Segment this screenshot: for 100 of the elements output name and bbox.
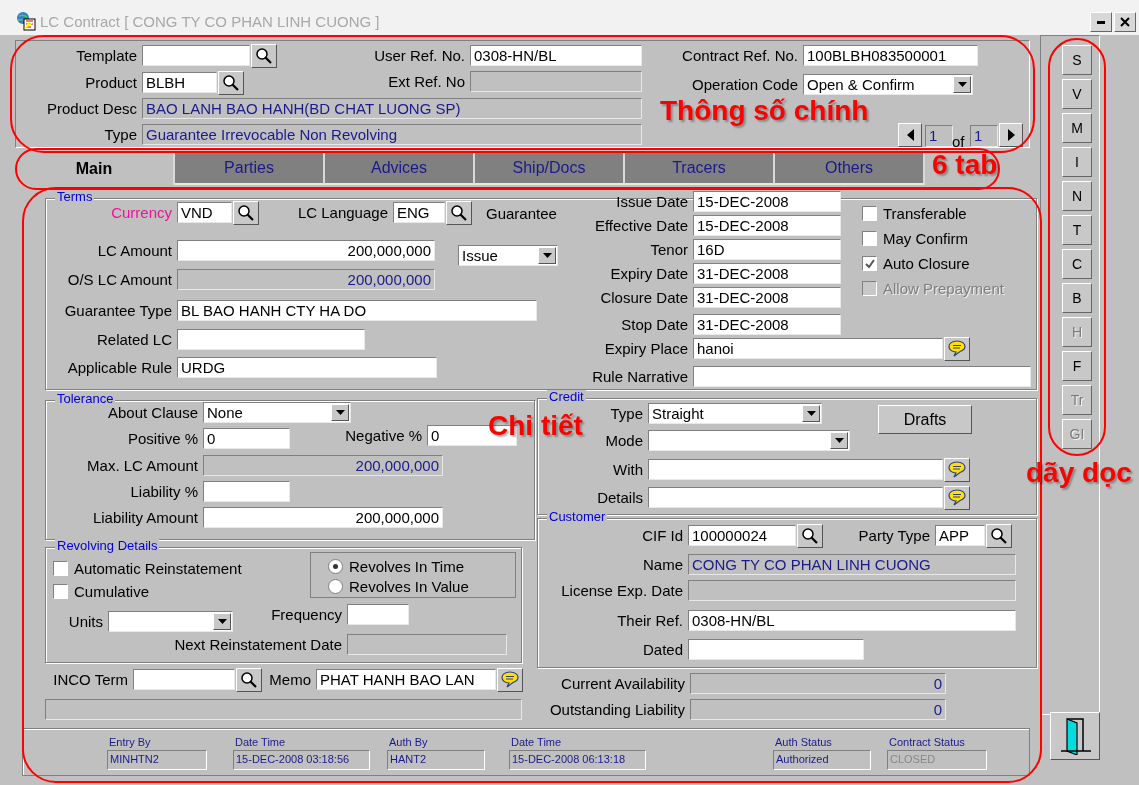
field-label: Liability % xyxy=(130,483,198,500)
text-field[interactable]: 200,000,000 xyxy=(177,240,435,261)
side-button[interactable]: I xyxy=(1062,147,1092,177)
exit-button[interactable] xyxy=(1050,712,1100,760)
side-button[interactable]: F xyxy=(1062,351,1092,381)
text-field[interactable]: 15-DEC-2008 xyxy=(693,215,841,236)
text-field[interactable] xyxy=(347,604,409,625)
caret-icon xyxy=(335,410,345,415)
page-of-label: of xyxy=(952,133,965,150)
readonly-field: 200,000,000 xyxy=(203,455,443,476)
text-field[interactable] xyxy=(693,366,1031,387)
text-field[interactable]: 15-DEC-2008 xyxy=(693,191,841,212)
dropdown-field[interactable] xyxy=(648,430,850,451)
text-field[interactable]: 100BLBH083500001 xyxy=(803,45,978,66)
window-title: LC Contract [ CONG TY CO PHAN LINH CUONG ] xyxy=(40,13,380,30)
search-icon xyxy=(450,203,468,222)
text-field[interactable] xyxy=(133,669,235,690)
side-button[interactable]: S xyxy=(1062,45,1092,75)
radio-button[interactable] xyxy=(328,559,343,574)
dropdown-field[interactable]: Issue xyxy=(458,245,558,266)
search-icon xyxy=(990,526,1008,545)
checkbox[interactable] xyxy=(862,206,877,221)
checkbox[interactable] xyxy=(53,584,68,599)
next-button[interactable] xyxy=(999,123,1023,147)
dropdown-button[interactable] xyxy=(953,76,971,93)
text-field[interactable]: 0308-HN/BL xyxy=(470,45,642,66)
side-button[interactable]: M xyxy=(1062,113,1092,143)
text-field[interactable] xyxy=(142,45,250,66)
search-button[interactable] xyxy=(446,200,472,225)
side-button[interactable]: N xyxy=(1062,181,1092,211)
minimize-icon xyxy=(1097,20,1105,24)
caret-icon xyxy=(957,82,967,87)
dropdown-field[interactable]: None xyxy=(203,402,351,423)
text-field[interactable]: PHAT HANH BAO LAN xyxy=(316,669,496,690)
text-field[interactable]: 16D xyxy=(693,239,841,260)
dropdown-field[interactable]: Straight xyxy=(648,403,822,424)
field-label: Outstanding Liability xyxy=(549,701,685,718)
dropdown-field[interactable]: Open & Confirm xyxy=(803,74,973,95)
field-label: LC Language xyxy=(297,204,388,221)
text-field[interactable]: 200,000,000 xyxy=(203,507,443,528)
dropdown-button[interactable] xyxy=(213,613,231,630)
note-button[interactable] xyxy=(944,336,970,361)
text-field[interactable]: VND xyxy=(177,202,232,223)
checkbox-label: Cumulative xyxy=(74,583,150,600)
dropdown-button[interactable] xyxy=(538,247,556,264)
radio-button[interactable] xyxy=(328,579,343,594)
text-field[interactable]: APP xyxy=(935,525,985,546)
side-button[interactable]: C xyxy=(1062,249,1092,279)
speech-bubble-icon xyxy=(948,489,966,506)
group-title: Revolving Details xyxy=(55,539,160,553)
text-field[interactable]: 100000024 xyxy=(688,525,796,546)
minimize-button[interactable] xyxy=(1090,12,1112,32)
text-field[interactable]: URDG xyxy=(177,357,437,378)
checkbox[interactable] xyxy=(862,256,877,271)
side-button[interactable]: B xyxy=(1062,283,1092,313)
caret-icon xyxy=(834,438,844,443)
field-label: O/S LC Amount xyxy=(67,271,172,288)
text-field[interactable] xyxy=(203,481,290,502)
dropdown-button[interactable] xyxy=(802,405,820,422)
checkbox-label: Transferable xyxy=(883,205,967,222)
checkbox[interactable] xyxy=(53,561,68,576)
text-field[interactable]: BL BAO HANH CTY HA DO xyxy=(177,300,537,321)
field-label: Rule Narrative xyxy=(592,368,688,385)
note-button[interactable] xyxy=(944,457,970,482)
text-field[interactable] xyxy=(177,329,365,350)
text-field[interactable]: BLBH xyxy=(142,72,217,93)
search-button[interactable] xyxy=(251,43,277,68)
search-button[interactable] xyxy=(797,523,823,548)
side-button[interactable]: T xyxy=(1062,215,1092,245)
field-label: Their Ref. xyxy=(617,612,683,629)
note-button[interactable] xyxy=(944,485,970,510)
annotation-text: 6 tab xyxy=(932,150,998,180)
readonly-field: 200,000,000 xyxy=(177,269,435,290)
text-field[interactable]: 0308-HN/BL xyxy=(688,610,1016,631)
side-button[interactable]: V xyxy=(1062,79,1092,109)
checkbox[interactable] xyxy=(862,231,877,246)
drafts-button[interactable]: Drafts xyxy=(878,405,972,434)
dropdown-button[interactable] xyxy=(331,404,349,421)
search-button[interactable] xyxy=(236,667,262,692)
field-label: Units xyxy=(68,613,103,630)
text-field[interactable]: 31-DEC-2008 xyxy=(693,263,841,284)
text-field[interactable]: 31-DEC-2008 xyxy=(693,287,841,308)
search-button[interactable] xyxy=(233,200,259,225)
text-field[interactable]: hanoi xyxy=(693,338,943,359)
note-button[interactable] xyxy=(497,667,523,692)
dropdown-button[interactable] xyxy=(830,432,848,449)
dropdown-field[interactable] xyxy=(108,611,233,632)
text-field[interactable] xyxy=(688,639,864,660)
page-number: 1 xyxy=(925,125,953,147)
close-button[interactable] xyxy=(1114,12,1136,32)
text-field[interactable]: 31-DEC-2008 xyxy=(693,314,841,335)
checkbox-label: Allow Prepayment xyxy=(883,280,1004,297)
text-field[interactable] xyxy=(648,487,943,508)
search-icon xyxy=(222,73,240,92)
previous-button[interactable] xyxy=(898,123,922,147)
text-field[interactable]: ENG xyxy=(393,202,445,223)
search-button[interactable] xyxy=(986,523,1012,548)
text-field[interactable] xyxy=(648,459,943,480)
text-field[interactable]: 0 xyxy=(203,428,290,449)
search-button[interactable] xyxy=(218,70,244,95)
